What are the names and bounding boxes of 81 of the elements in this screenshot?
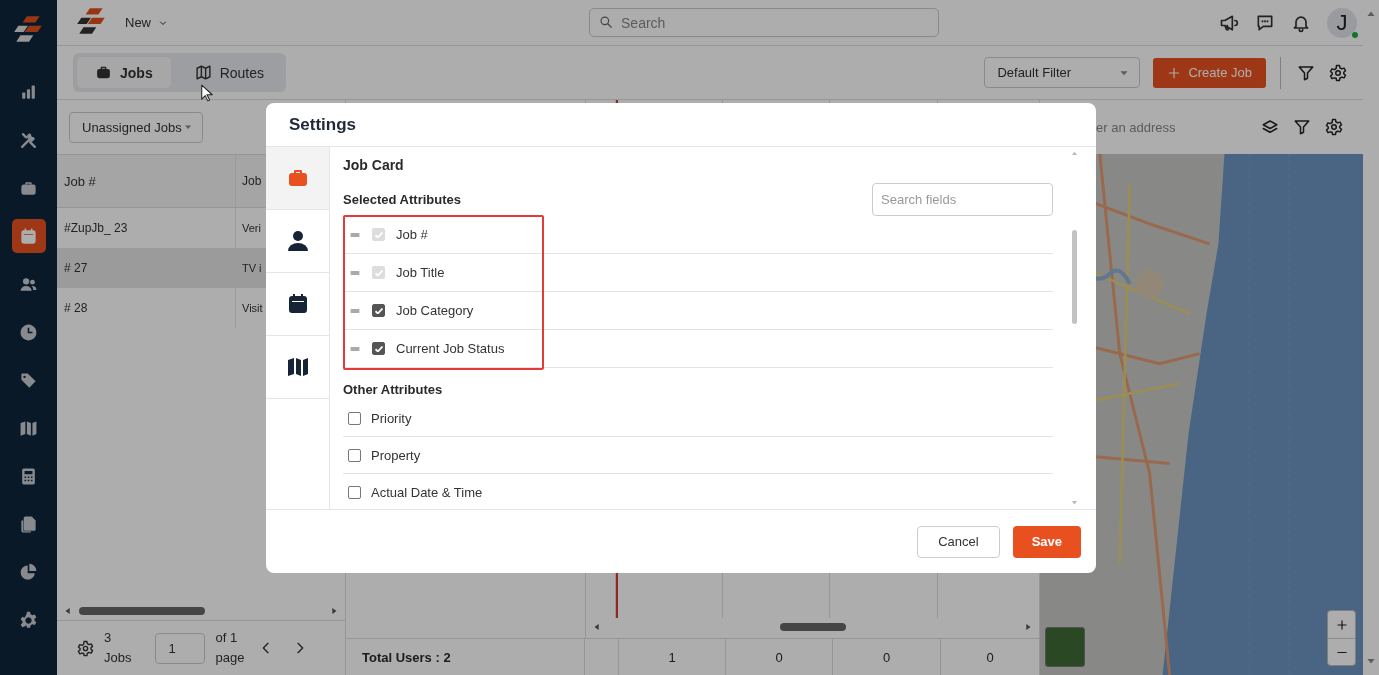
attribute-label: Priority <box>371 410 412 426</box>
briefcase-icon <box>95 64 112 81</box>
map-icon <box>194 64 212 81</box>
job-count: 3 <box>104 629 113 647</box>
user-count: 0 <box>940 639 1039 675</box>
settings-icon <box>1325 118 1343 136</box>
mouse-cursor-icon <box>200 84 214 102</box>
table-cell: # 27 <box>57 248 236 288</box>
user-count: 1 <box>618 639 725 675</box>
checkmark-icon <box>374 345 383 352</box>
attribute-label: Job Category <box>396 303 474 318</box>
attribute-label: Job Title <box>396 265 445 280</box>
attribute-label: Job # <box>396 227 428 242</box>
scroll-left-icon <box>63 605 73 617</box>
map-icon <box>285 355 310 379</box>
table-cell-text: TV i <box>241 261 262 276</box>
job-count-label: Jobs <box>104 649 132 667</box>
minus-icon <box>1334 650 1349 654</box>
dialog-title: Settings <box>266 103 1096 147</box>
scroll-up-icon <box>1069 149 1079 158</box>
plus-icon <box>1167 65 1182 80</box>
section-title: Job Card <box>343 157 405 175</box>
filter-icon <box>1293 118 1311 136</box>
column-header[interactable]: Job # <box>57 155 236 207</box>
bar-chart-icon <box>19 82 38 102</box>
checkbox[interactable] <box>348 411 361 425</box>
checkbox[interactable] <box>348 485 361 499</box>
attribute-label: Property <box>371 447 421 463</box>
scrollbar-thumb[interactable] <box>79 607 205 615</box>
search-field[interactable]: Search <box>589 8 939 37</box>
user-count: 0 <box>832 639 940 675</box>
table-cell-text: Visit <box>241 301 263 316</box>
attribute-label: Current Job Status <box>396 341 505 356</box>
search-fields-input[interactable]: Search fields <box>872 183 1053 216</box>
layers-icon <box>1261 118 1279 136</box>
cancel-button[interactable]: Cancel <box>917 525 1000 558</box>
settings-icon <box>1329 63 1347 82</box>
avatar[interactable]: J <box>1327 7 1357 38</box>
settings-icon <box>77 639 94 657</box>
scroll-left-icon <box>592 621 602 633</box>
pie-chart-icon <box>19 562 38 582</box>
page-label: page <box>215 649 245 667</box>
section-subtitle: Selected Attributes <box>343 192 461 207</box>
filter-select[interactable]: Default Filter <box>984 57 1141 88</box>
checkmark-icon <box>374 307 383 314</box>
scrollbar-thumb[interactable] <box>1071 230 1077 324</box>
plus-icon <box>1334 617 1349 632</box>
filter-icon <box>1297 63 1315 82</box>
table-row[interactable]: # 28 Visit <box>57 288 345 328</box>
calendar-icon <box>19 226 38 246</box>
scroll-down-icon <box>1069 498 1079 507</box>
scrollbar-thumb[interactable] <box>779 623 846 631</box>
satellite-toggle[interactable] <box>1045 627 1085 667</box>
tag-icon <box>19 370 38 390</box>
checkbox[interactable] <box>348 448 361 462</box>
tools-icon <box>19 130 38 150</box>
settings-icon <box>19 610 38 630</box>
column-header[interactable]: Job <box>236 155 262 207</box>
page-field[interactable]: 1 <box>155 632 206 664</box>
table-cell-text: Veri <box>241 221 261 236</box>
view-tab[interactable]: Jobs <box>77 57 171 88</box>
documents-icon <box>19 514 38 534</box>
clock-icon <box>19 322 38 342</box>
save-button[interactable]: Save <box>1012 525 1081 558</box>
nav-item[interactable] <box>11 219 46 253</box>
scroll-right-icon <box>1023 621 1033 633</box>
section-subtitle: Other Attributes <box>343 382 444 398</box>
view-tab[interactable]: Routes <box>176 57 283 88</box>
user-count: 0 <box>725 639 832 675</box>
page-total: of 1 <box>215 629 239 647</box>
checkbox[interactable] <box>372 304 385 317</box>
new-menu-button[interactable]: New <box>125 15 169 30</box>
checkbox[interactable] <box>372 342 385 355</box>
attribute-label: Actual Date & Time <box>371 484 483 500</box>
scroll-right-icon <box>329 605 339 617</box>
total-users: Total Users : 2 <box>346 639 585 675</box>
table-cell: # 28 <box>57 288 236 328</box>
jobs-filter-select[interactable]: Unassigned Jobs <box>69 111 203 143</box>
megaphone-icon <box>1219 12 1239 33</box>
calculator-icon <box>19 466 38 486</box>
person-icon <box>285 229 310 253</box>
